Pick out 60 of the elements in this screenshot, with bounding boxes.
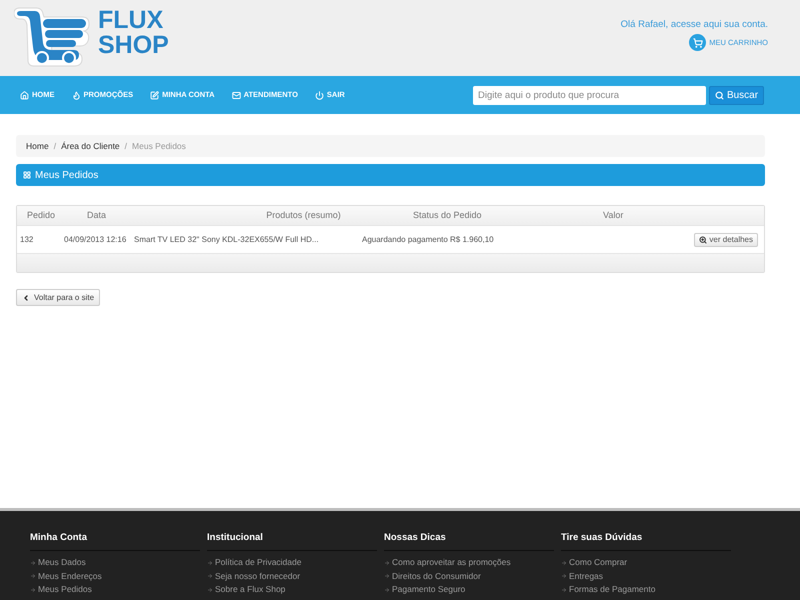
footer-link[interactable]: Meus Dados <box>30 557 200 568</box>
details-button[interactable]: ver detalhes <box>694 232 758 246</box>
search-button[interactable]: Buscar <box>709 86 764 104</box>
breadcrumb-current: Meus Pedidos <box>132 140 186 152</box>
column-header: Produtos (resumo) <box>265 208 342 222</box>
chevron-left-icon <box>22 294 30 302</box>
footer-link[interactable]: Direitos do Consumidor <box>384 570 554 582</box>
table-cell-text: 04/09/2013 12:16 <box>64 234 128 246</box>
footer-link[interactable]: Política de Privacidade <box>207 557 377 568</box>
footer-heading: Minha Conta <box>30 531 200 552</box>
power-icon <box>314 90 324 100</box>
breadcrumb-separator: / <box>54 140 56 152</box>
table-cell-text: 132 <box>19 234 34 246</box>
flame-icon <box>72 90 80 100</box>
panel-title: Meus Pedidos <box>35 168 98 182</box>
arrow-right-icon <box>561 586 567 592</box>
column-header: Valor <box>603 208 624 222</box>
footer-link[interactable]: Meus Pedidos <box>30 584 200 595</box>
arrow-right-icon <box>207 573 213 579</box>
column-header: Pedido <box>26 208 56 222</box>
edit-icon <box>150 90 160 100</box>
zoom-in-icon <box>699 236 708 244</box>
footer-link[interactable]: Formas de Pagamento <box>561 584 731 595</box>
footer-link[interactable]: Seja nosso fornecedor <box>207 570 377 582</box>
cart-icon[interactable] <box>689 34 706 52</box>
breadcrumb-separator: / <box>124 140 128 152</box>
arrow-right-icon <box>30 560 36 566</box>
table-cell-text: R$ 1.960,10 <box>450 234 495 246</box>
arrow-right-icon <box>207 586 213 592</box>
back-button[interactable]: Voltar para o site <box>16 289 100 306</box>
logo-text[interactable]: FLUX SHOP <box>98 5 176 58</box>
footer-link[interactable]: Sobre a Flux Shop <box>207 584 377 595</box>
footer-link[interactable]: Meus Endereços <box>30 570 200 582</box>
table-cell-text: Smart TV LED 32" Sony KDL-32EX655/W Full HD... <box>134 234 320 246</box>
footer-link[interactable]: Como aproveitar as promoções <box>384 557 554 568</box>
arrow-right-icon <box>384 586 390 592</box>
column-header: Data <box>86 208 108 222</box>
arrow-right-icon <box>30 586 36 592</box>
arrow-right-icon <box>207 560 213 566</box>
footer-heading: Institucional <box>207 531 377 552</box>
search-icon <box>714 90 724 100</box>
arrow-right-icon <box>30 573 36 579</box>
arrow-right-icon <box>561 573 567 579</box>
breadcrumb-link[interactable]: Home <box>26 140 49 152</box>
arrow-right-icon <box>384 573 390 579</box>
home-icon <box>20 90 29 100</box>
table-cell-text: Aguardando pagamento <box>362 234 449 246</box>
footer-heading: Tire suas Dúvidas <box>561 531 731 552</box>
column-header: Status do Pedido <box>412 208 483 222</box>
cart-logo-icon <box>14 5 90 67</box>
footer-heading: Nossas Dicas <box>384 531 554 552</box>
arrow-right-icon <box>384 560 390 566</box>
grid-icon <box>23 171 31 179</box>
footer-link[interactable]: Como Comprar <box>561 557 731 568</box>
search-field[interactable]: Digite aqui o produto que procura <box>473 86 706 104</box>
arrow-right-icon <box>561 560 567 566</box>
footer-link[interactable]: Entregas <box>561 570 731 582</box>
mail-icon <box>232 90 241 100</box>
footer-link[interactable]: Pagamento Seguro <box>384 584 554 595</box>
breadcrumb-link[interactable]: Área do Cliente <box>61 140 120 152</box>
